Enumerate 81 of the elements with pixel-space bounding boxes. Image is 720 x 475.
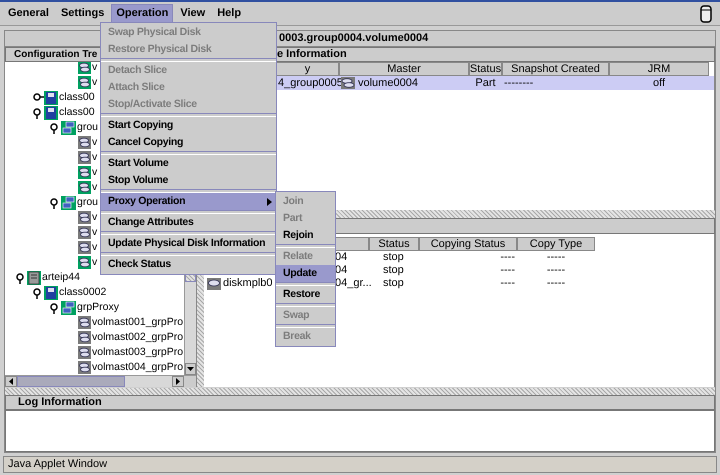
- tree-item-label[interactable]: v: [92, 211, 98, 224]
- scroll-thumb[interactable]: [17, 376, 125, 387]
- tree-item-label[interactable]: grou: [77, 121, 98, 134]
- menu-item[interactable]: Cancel Copying: [101, 134, 276, 151]
- disk-group-icon: [61, 300, 76, 314]
- table-cell: stop: [383, 264, 404, 276]
- tree-item-label[interactable]: volmast001_grpPro: [92, 316, 184, 329]
- tree-item-label[interactable]: v: [92, 62, 98, 74]
- tree-item-label[interactable]: grou: [77, 196, 98, 209]
- column-header[interactable]: y: [276, 62, 339, 76]
- status-bar: Java Applet Window: [3, 456, 717, 473]
- tree-item-label[interactable]: v: [92, 226, 98, 239]
- table-cell: stop: [383, 251, 404, 264]
- menu-bar-item[interactable]: View: [175, 4, 210, 24]
- class-icon: [44, 106, 58, 120]
- table-cell-text: ----: [500, 263, 515, 278]
- table-cell: 04_gr...: [335, 277, 372, 290]
- table-cell-text: 4_group0005: [278, 76, 343, 91]
- horizontal-scrollbar[interactable]: [5, 375, 196, 387]
- menu-item[interactable]: Check Status: [101, 256, 276, 273]
- table-cell-text: off: [652, 76, 666, 91]
- path-text: 0003.group0004.volume0004: [279, 31, 428, 46]
- column-header[interactable]: Copy Type: [517, 237, 595, 251]
- column-header[interactable]: Snapshot Created: [502, 62, 609, 76]
- table-cell-text: ----: [500, 276, 515, 292]
- table-cell-text: Part: [475, 76, 496, 91]
- disk-group-icon: [61, 120, 76, 134]
- menu-item[interactable]: Rejoin: [276, 227, 335, 244]
- submenu-arrow-icon: [267, 198, 272, 206]
- class-icon: [44, 286, 58, 300]
- tree-item-label[interactable]: v: [92, 181, 98, 194]
- right-arrow-icon[interactable]: [176, 378, 180, 385]
- tree-item-label[interactable]: v: [92, 76, 98, 89]
- volume-icon: [341, 77, 355, 89]
- tree-item-label[interactable]: volmast003_grpPro: [92, 346, 184, 359]
- menu-item[interactable]: Start Copying: [101, 117, 276, 134]
- table-cell-text: -----: [546, 250, 566, 266]
- menu-bar-item[interactable]: Help: [212, 4, 246, 24]
- menu-item[interactable]: Stop Volume: [101, 172, 276, 189]
- table-cell-text: ----: [500, 250, 515, 266]
- table-row[interactable]: 4_group0005 volume0004 Part -------- off: [276, 76, 714, 90]
- menu-bar-item[interactable]: Settings: [56, 4, 110, 24]
- column-header[interactable]: Master: [339, 62, 469, 76]
- tree-item-label[interactable]: class0002: [59, 286, 106, 299]
- cylinder-icon[interactable]: [700, 4, 712, 22]
- disk-group-icon: [61, 196, 76, 210]
- column-header[interactable]: Status: [369, 237, 419, 251]
- table-cell-text: diskmplb0: [223, 276, 273, 292]
- column-header[interactable]: JRM: [609, 62, 709, 76]
- tree-item-label[interactable]: v: [92, 136, 98, 149]
- table-cell-text: -----: [546, 263, 566, 278]
- tree-item-label[interactable]: volmast004_grpPro: [92, 361, 184, 374]
- menu-bar-item[interactable]: General: [3, 4, 54, 24]
- panel-header: Log Information: [5, 395, 715, 410]
- table-cell-text: --------: [504, 76, 534, 91]
- left-arrow-icon[interactable]: [9, 378, 13, 385]
- server-icon: [27, 270, 41, 284]
- tree-item-label[interactable]: v: [92, 151, 98, 164]
- tree-item-label[interactable]: volmast002_grpPro: [92, 331, 184, 344]
- table-cell: stop: [383, 277, 404, 290]
- tree-item-label[interactable]: v: [92, 166, 98, 179]
- menu-item[interactable]: Start Volume: [101, 155, 276, 172]
- menu-item[interactable]: Update Physical Disk Information: [101, 235, 276, 252]
- tree-item-label[interactable]: grpProxy: [77, 301, 120, 314]
- tree-item-label[interactable]: v: [92, 256, 98, 269]
- class-icon: [44, 90, 58, 104]
- column-header[interactable]: Copying Status: [419, 237, 517, 251]
- down-arrow-icon[interactable]: [187, 367, 194, 371]
- tree-item-label[interactable]: v: [92, 241, 98, 254]
- tree-item-label[interactable]: class00: [59, 91, 95, 104]
- menu-item[interactable]: Update: [276, 265, 335, 282]
- menu-item[interactable]: Restore: [276, 286, 335, 303]
- menu-item[interactable]: Change Attributes: [101, 214, 276, 231]
- expand-handle-icon[interactable]: [32, 92, 44, 104]
- tree-item-label[interactable]: arteip44: [42, 271, 80, 284]
- column-header[interactable]: Status: [469, 62, 502, 76]
- menu-bar-item[interactable]: Operation: [111, 4, 174, 24]
- menu-item[interactable]: Proxy Operation: [101, 193, 276, 210]
- table-cell-text: volume0004: [358, 76, 418, 91]
- table-cell-text: -----: [546, 276, 566, 292]
- tree-item-label[interactable]: class00: [59, 106, 95, 119]
